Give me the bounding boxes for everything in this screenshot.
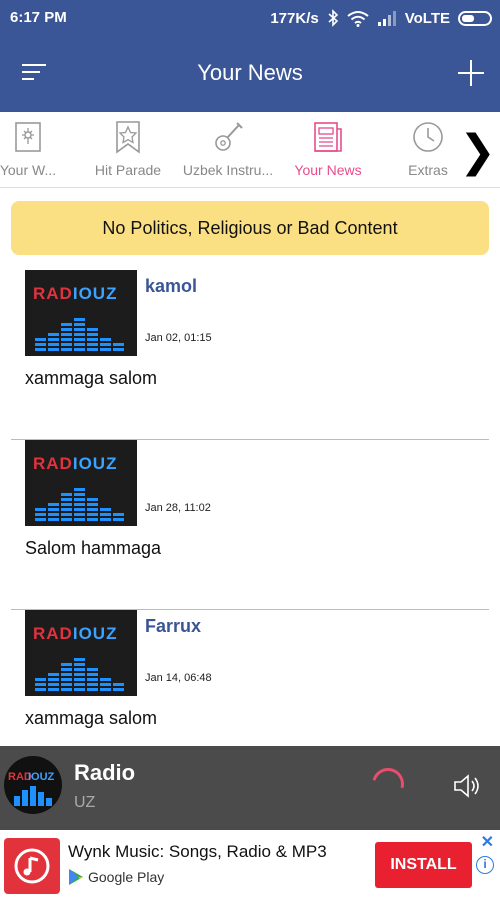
post-thumbnail: RADIOUZ xyxy=(25,270,137,356)
tab-label: Uzbek Instru... xyxy=(182,162,274,178)
post-text: xammaga salom xyxy=(25,708,158,728)
radiouz-logo: RADIOUZ xyxy=(33,454,118,473)
radiouz-logo: RADIOUZ xyxy=(33,624,118,643)
battery-icon xyxy=(458,10,492,26)
tab-bar: Your W... Hit Parade Uzbek Instru... You… xyxy=(0,112,500,188)
post-text: Salom hammaga xyxy=(25,538,162,558)
network-speed: 177K/s xyxy=(270,9,319,27)
list-item[interactable]: RADIOUZ Jan 28, 11:02 Salom hammaga xyxy=(11,440,489,610)
network-type: VoLTE xyxy=(404,9,450,27)
google-play-badge: Google Play xyxy=(68,868,164,886)
station-name: Radio xyxy=(74,760,136,785)
equalizer-icon xyxy=(35,318,124,351)
google-play-icon xyxy=(69,869,83,885)
clock-icon xyxy=(413,122,443,152)
post-thumbnail: RADIOUZ xyxy=(25,440,137,526)
tab-label: Extras xyxy=(408,162,448,178)
wifi-icon xyxy=(347,10,369,27)
ad-info-icon[interactable]: i xyxy=(476,856,494,874)
equalizer-icon xyxy=(35,488,124,521)
status-bar: 6:17 PM 177K/s VoLTE xyxy=(0,0,500,36)
equalizer-icon xyxy=(35,658,124,691)
loading-spinner-icon xyxy=(366,762,410,806)
ad-banner[interactable]: Wynk Music: Songs, Radio & MP3 Google Pl… xyxy=(0,830,500,900)
store-name: Google Play xyxy=(88,869,165,885)
logo-text-right: IOUZ xyxy=(28,771,55,783)
post-date: Jan 14, 06:48 xyxy=(145,672,212,684)
tab-uzbek-instruments[interactable]: Uzbek Instru... xyxy=(180,112,276,187)
content-rules-banner: No Politics, Religious or Bad Content xyxy=(11,201,489,255)
wynk-app-icon xyxy=(4,838,60,894)
app-bar: Your News xyxy=(0,36,500,112)
tab-your-news[interactable]: Your News xyxy=(286,112,370,187)
plus-icon[interactable] xyxy=(456,58,486,88)
tab-your-world[interactable]: Your W... xyxy=(0,112,70,187)
tab-hit-parade[interactable]: Hit Parade xyxy=(86,112,170,187)
station-avatar: RAD IOUZ xyxy=(4,756,62,814)
post-author: Farrux xyxy=(145,616,202,636)
guitar-icon xyxy=(215,122,243,151)
close-ad-icon[interactable]: ✕ xyxy=(481,832,494,852)
list-item[interactable]: RADIOUZ kamol Jan 02, 01:15 xammaga salo… xyxy=(11,270,489,440)
speaker-icon[interactable] xyxy=(452,772,482,800)
tab-label: Your News xyxy=(294,162,362,178)
bluetooth-icon xyxy=(328,9,338,27)
install-button[interactable]: INSTALL xyxy=(375,842,472,888)
tab-extras[interactable]: Extras xyxy=(386,112,470,187)
status-time: 6:17 PM xyxy=(10,9,67,26)
chevron-right-icon[interactable]: ❯ xyxy=(459,126,496,177)
post-date: Jan 02, 01:15 xyxy=(145,332,212,344)
newspaper-icon xyxy=(314,122,342,152)
radiouz-logo: RAD IOUZ xyxy=(8,771,55,806)
status-icons: 177K/s VoLTE xyxy=(270,9,492,27)
station-subtitle: UZ xyxy=(74,794,96,811)
post-author: kamol xyxy=(145,276,198,296)
post-date: Jan 28, 11:02 xyxy=(145,502,211,514)
post-text: xammaga salom xyxy=(25,368,158,388)
signal-icon xyxy=(377,11,396,26)
star-bookmark-icon xyxy=(116,121,140,154)
ad-title: Wynk Music: Songs, Radio & MP3 xyxy=(68,842,327,861)
page-title: Your News xyxy=(197,60,303,85)
flower-frame-icon xyxy=(15,122,41,152)
tab-label: Hit Parade xyxy=(94,162,162,178)
post-thumbnail: RADIOUZ xyxy=(25,610,137,696)
tab-label: Your W... xyxy=(0,162,57,178)
mini-player[interactable]: RAD IOUZ Radio UZ xyxy=(0,746,500,830)
radiouz-logo: RADIOUZ xyxy=(33,284,118,303)
